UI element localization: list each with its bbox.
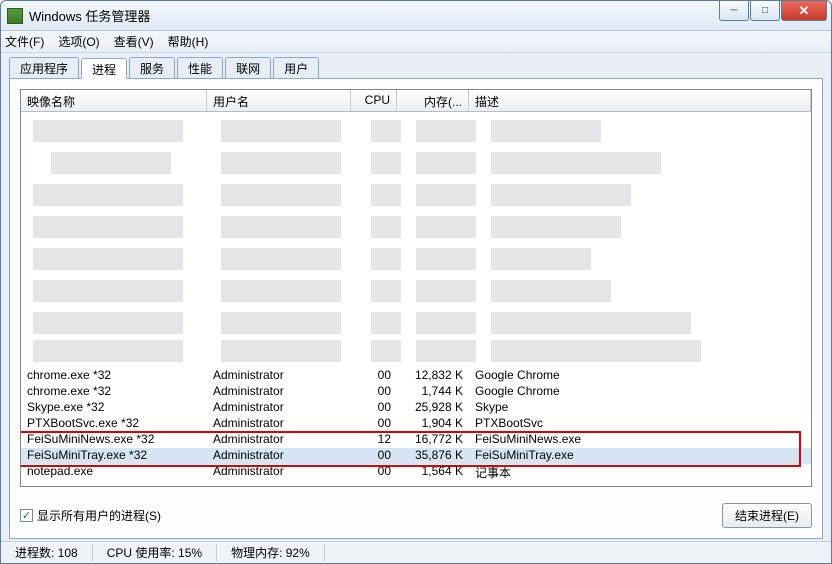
cell-desc: Google Chrome	[469, 384, 811, 400]
tab-networking[interactable]: 联网	[225, 57, 271, 78]
tab-processes[interactable]: 进程	[81, 58, 127, 79]
cell-mem: 1,564 K	[397, 464, 469, 480]
table-row[interactable]: chrome.exe *32Administrator001,744 KGoog…	[21, 384, 811, 400]
cell-user: Administrator	[207, 384, 351, 400]
app-icon	[7, 8, 23, 24]
cell-mem: 1,744 K	[397, 384, 469, 400]
table-row[interactable]: chrome.exe *32Administrator0012,832 KGoo…	[21, 368, 811, 384]
menu-view[interactable]: 查看(V)	[114, 33, 154, 50]
cell-image: notepad.exe	[21, 464, 207, 480]
cell-cpu: 00	[351, 448, 397, 464]
cell-image: Skype.exe *32	[21, 400, 207, 416]
cell-desc: PTXBootSvc	[469, 416, 811, 432]
cell-user: Administrator	[207, 416, 351, 432]
show-all-users-checkbox[interactable]: ✓ 显示所有用户的进程(S)	[20, 507, 161, 524]
maximize-button[interactable]: □	[750, 1, 780, 21]
table-row[interactable]: FeiSuMiniTray.exe *32Administrator0035,8…	[21, 448, 811, 464]
cell-image: FeiSuMiniNews.exe *32	[21, 432, 207, 448]
cell-desc: 记事本	[469, 464, 811, 480]
status-cpu: CPU 使用率: 15%	[93, 544, 217, 561]
tab-services[interactable]: 服务	[129, 57, 175, 78]
cell-desc: FeiSuMiniTray.exe	[469, 448, 811, 464]
table-row[interactable]: PTXBootSvc.exe *32Administrator001,904 K…	[21, 416, 811, 432]
close-button[interactable]: ✕	[781, 1, 827, 21]
cell-image: chrome.exe *32	[21, 368, 207, 384]
tab-users[interactable]: 用户	[273, 57, 319, 78]
checkbox-label: 显示所有用户的进程(S)	[37, 507, 161, 524]
cell-cpu: 00	[351, 464, 397, 480]
content-area: 应用程序 进程 服务 性能 联网 用户 映像名称 用户名 CPU 内存(... …	[1, 53, 831, 547]
end-process-button[interactable]: 结束进程(E)	[722, 503, 812, 528]
check-icon: ✓	[20, 509, 33, 522]
visible-rows: chrome.exe *32Administrator0012,832 KGoo…	[21, 368, 811, 480]
cell-user: Administrator	[207, 448, 351, 464]
processes-panel: 映像名称 用户名 CPU 内存(... 描述	[9, 79, 823, 539]
cell-mem: 35,876 K	[397, 448, 469, 464]
cell-mem: 25,928 K	[397, 400, 469, 416]
window-buttons: ─ □ ✕	[718, 1, 827, 21]
status-processes: 进程数: 108	[1, 544, 93, 561]
tab-performance[interactable]: 性能	[177, 57, 223, 78]
menubar: 文件(F) 选项(O) 查看(V) 帮助(H)	[1, 31, 831, 53]
cell-image: PTXBootSvc.exe *32	[21, 416, 207, 432]
col-image[interactable]: 映像名称	[21, 90, 207, 111]
table-header: 映像名称 用户名 CPU 内存(... 描述	[21, 90, 811, 112]
cell-cpu: 00	[351, 400, 397, 416]
tab-applications[interactable]: 应用程序	[9, 57, 79, 78]
cell-desc: Google Chrome	[469, 368, 811, 384]
tab-strip: 应用程序 进程 服务 性能 联网 用户	[9, 57, 823, 79]
cell-cpu: 00	[351, 416, 397, 432]
cell-user: Administrator	[207, 432, 351, 448]
cell-cpu: 12	[351, 432, 397, 448]
status-memory: 物理内存: 92%	[217, 544, 325, 561]
cell-image: FeiSuMiniTray.exe *32	[21, 448, 207, 464]
process-table: 映像名称 用户名 CPU 内存(... 描述	[20, 89, 812, 487]
col-user[interactable]: 用户名	[207, 90, 351, 111]
menu-help[interactable]: 帮助(H)	[168, 33, 209, 50]
minimize-button[interactable]: ─	[719, 1, 749, 21]
menu-file[interactable]: 文件(F)	[5, 33, 44, 50]
cell-image: chrome.exe *32	[21, 384, 207, 400]
window-title: Windows 任务管理器	[29, 6, 150, 25]
cell-mem: 12,832 K	[397, 368, 469, 384]
cell-user: Administrator	[207, 400, 351, 416]
cell-mem: 1,904 K	[397, 416, 469, 432]
cell-cpu: 00	[351, 384, 397, 400]
status-bar: 进程数: 108 CPU 使用率: 15% 物理内存: 92%	[1, 541, 831, 563]
cell-user: Administrator	[207, 368, 351, 384]
table-row[interactable]: notepad.exeAdministrator001,564 K记事本	[21, 464, 811, 480]
cell-desc: Skype	[469, 400, 811, 416]
table-row[interactable]: Skype.exe *32Administrator0025,928 KSkyp…	[21, 400, 811, 416]
table-row[interactable]: FeiSuMiniNews.exe *32Administrator1216,7…	[21, 432, 811, 448]
col-cpu[interactable]: CPU	[351, 90, 397, 111]
cell-user: Administrator	[207, 464, 351, 480]
col-description[interactable]: 描述	[469, 90, 811, 111]
col-memory[interactable]: 内存(...	[397, 90, 469, 111]
panel-footer: ✓ 显示所有用户的进程(S) 结束进程(E)	[20, 503, 812, 528]
cell-cpu: 00	[351, 368, 397, 384]
menu-options[interactable]: 选项(O)	[58, 33, 99, 50]
blurred-rows	[21, 112, 811, 368]
window: Windows 任务管理器 ─ □ ✕ 文件(F) 选项(O) 查看(V) 帮助…	[0, 0, 832, 564]
titlebar[interactable]: Windows 任务管理器 ─ □ ✕	[1, 1, 831, 31]
cell-desc: FeiSuMiniNews.exe	[469, 432, 811, 448]
cell-mem: 16,772 K	[397, 432, 469, 448]
